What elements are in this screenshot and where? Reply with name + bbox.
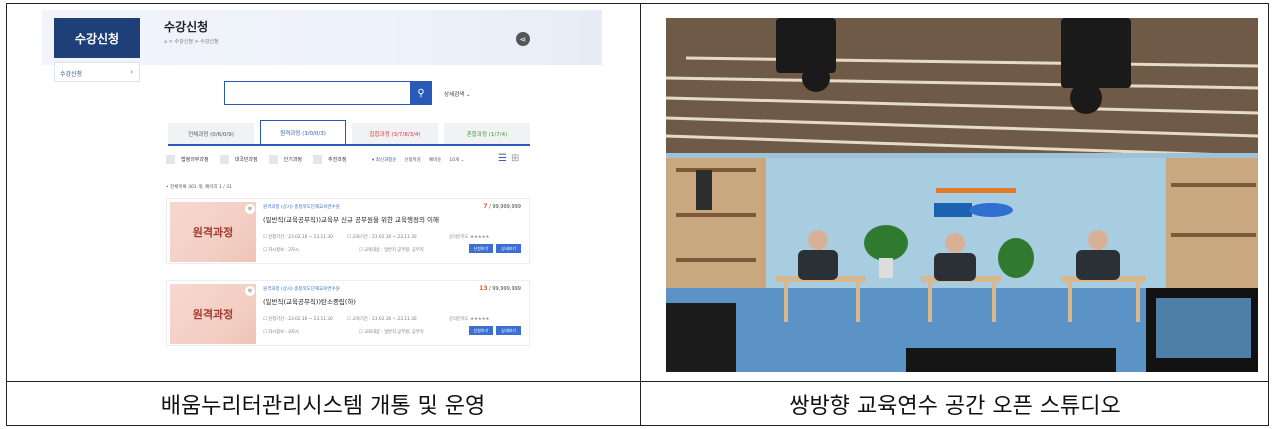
study-period: ☐ 교육기간 : 23.02.16 ~ 23.11.30 [346,317,417,322]
apply-period: ☐ 신청기간 : 23.02.16 ~ 23.11.30 [263,235,333,240]
caption-right: 쌍방향 교육연수 공간 오픈 스튜디오 [789,394,1121,419]
course-title[interactable]: (일반직(교육공무직))탄소중립(하) [263,296,356,306]
course-info: ☐ 차시정보 : 2차시 ☐ 교육대상 : 일반직 공무원, 공무직 [263,247,424,253]
view-toggle: ☰ ⊞ [498,153,519,164]
course-meta: 원격과정 (상시) 충청북도단재교육연수원 [263,287,340,292]
tab-label: 전체과정 (0/6/0/9) [188,132,234,138]
tab-label: 혼합과정 (1/7/4) [466,132,508,138]
sort-option[interactable]: 예비순 [429,157,441,163]
apply-period: ☐ 신청기간 : 23.02.16 ~ 23.11.30 [263,317,333,322]
list-view-icon[interactable]: ☰ [498,153,507,164]
course-info: ☐ 차시정보 : 4차시 ☐ 교육대상 : 일반직 공무원, 공무직 [263,329,424,335]
tab-group[interactable]: 집합과정 (3/7/8/3/4) [352,123,438,145]
tab-label: 원격과정 (3/0/0/3) [280,131,326,137]
grid-view-icon[interactable]: ⊞ [511,153,519,164]
target-info: ☐ 교육대상 : 일반직 공무원, 공무직 [358,248,424,253]
course-dates: ☐ 신청기간 : 23.02.16 ~ 23.11.30 ☐ 교육기간 : 23… [263,234,417,240]
course-actions: 신청하기 상세보기 [468,326,521,335]
course-actions: 신청하기 상세보기 [468,244,521,253]
thumb-label: 원격과정 [192,308,234,321]
course-title[interactable]: (일반직(교육공무직))교육부 신규 공무원을 위한 교육행정의 이해 [263,214,439,224]
tab-underline [168,144,530,146]
checkbox[interactable] [313,155,323,164]
course-thumbnail: 원격과정 [170,202,256,262]
sidebar-title: 수강신청 [54,18,140,58]
filter-label: 대국민과정 [234,157,258,163]
course-meta: 원격과정 (상시) 충청북도단재교육연수원 [263,205,340,210]
apply-button[interactable]: 신청하기 [468,326,494,335]
rating-stars: ★★★★★ [470,235,490,240]
advanced-search-toggle[interactable]: 상세검색 ⌄ [444,90,471,98]
course-card[interactable]: 원격과정 ♥ 원격과정 (상시) 충청북도단재교육연수원 7 / 99,999,… [166,198,530,264]
share-icon[interactable]: ⋖ [516,32,530,46]
hours-info: ☐ 차시정보 : 4차시 [263,330,299,335]
rating-stars: ★★★★★ [470,317,490,322]
rating-label: 강의만족도 [449,317,469,322]
tab-blended[interactable]: 혼합과정 (1/7/4) [444,123,530,145]
enroll-total: / 99,999,999 [487,204,521,210]
rating: 강의만족도 ★★★★★ [449,316,489,322]
target-info: ☐ 교육대상 : 일반직 공무원, 공무직 [358,330,424,335]
page-size-select[interactable]: 10개 ⌄ [449,157,464,163]
enroll-count: 7 / 99,999,999 [483,203,521,210]
apply-button[interactable]: 신청하기 [468,244,494,253]
filter-label: 추천과정 [328,157,347,163]
chevron-right-icon: › [130,68,133,76]
sidebar-item-label: 수강신청 [60,71,83,78]
search-input[interactable] [224,81,414,105]
filter-checkboxes: 법정의무과정 대국민과정 인기과정 추천과정 [166,155,346,164]
sort-option[interactable]: 신청마감 [404,157,421,163]
enroll-count: 13 / 99,999,999 [479,285,521,292]
course-thumbnail: 원격과정 [170,284,256,344]
heart-icon[interactable]: ♥ [245,204,255,214]
lms-screenshot: 수강신청 수강신청 › 수강신청 ⌂ > 수강신청 > 수강신청 ⋖ ⚲ 상세검… [42,10,602,372]
checkbox[interactable] [268,155,278,164]
enroll-number: 13 [479,285,488,292]
detail-button[interactable]: 상세보기 [496,244,521,253]
rating: 강의만족도 ★★★★★ [449,234,489,240]
sort-options: ▾ 최신과정순 신청마감 예비순 10개 ⌄ [372,157,464,163]
course-card[interactable]: 원격과정 ♥ 원격과정 (상시) 충청북도단재교육연수원 13 / 99,999… [166,280,530,346]
sidebar-item-course-apply[interactable]: 수강신청 › [54,62,140,82]
rating-label: 강의만족도 [449,235,469,240]
tab-all[interactable]: 전체과정 (0/6/0/9) [168,123,254,145]
caption-left: 배움누리터관리시스템 개통 및 운영 [160,394,486,419]
detail-button[interactable]: 상세보기 [496,326,521,335]
page-title: 수강신청 [164,20,209,34]
hours-info: ☐ 차시정보 : 2차시 [263,248,299,253]
study-period: ☐ 교육기간 : 23.02.16 ~ 23.11.30 [346,235,417,240]
studio-photo [666,18,1258,372]
thumb-label: 원격과정 [192,226,234,239]
checkbox[interactable] [166,155,175,164]
tab-label: 집합과정 (3/7/8/3/4) [369,132,421,138]
checkbox[interactable] [219,155,229,164]
heart-icon[interactable]: ♥ [245,286,255,296]
search-icon[interactable]: ⚲ [410,81,432,105]
sort-option[interactable]: ▾ 최신과정순 [372,157,396,163]
enroll-total: / 99,999,999 [487,286,521,292]
filter-label: 인기과정 [283,157,303,163]
total-count: • 전체목록 301 개, 페이지 1 / 31 [166,185,232,190]
tab-remote[interactable]: 원격과정 (3/0/0/3) [260,120,346,145]
filter-label: 법정의무과정 [181,157,209,163]
course-dates: ☐ 신청기간 : 23.02.16 ~ 23.11.30 ☐ 교육기간 : 23… [263,316,417,322]
breadcrumb: ⌂ > 수강신청 > 수강신청 [164,39,219,45]
studio-illustration [666,18,1258,372]
column-divider [640,3,641,426]
